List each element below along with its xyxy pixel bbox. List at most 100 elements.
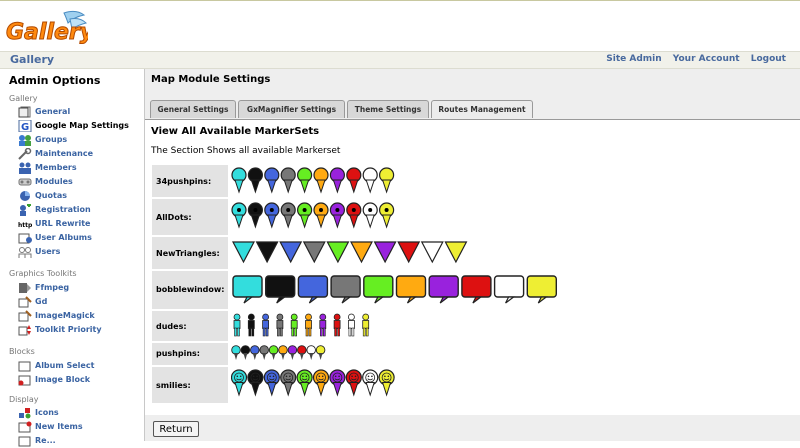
sidebar-item-label: ImageMagick — [35, 311, 95, 320]
markerset-icons-34pushpins[interactable] — [231, 167, 401, 195]
dude-marker-icon — [333, 313, 341, 337]
sidebar-item-label: Maintenance — [35, 149, 94, 158]
markerset-label: 34pushpins: — [156, 177, 212, 186]
folder-icon — [18, 361, 31, 372]
sidebar-item-modules[interactable]: Modules — [18, 175, 143, 189]
smiley-marker-icon — [378, 369, 395, 397]
triangle-marker-icon — [279, 241, 303, 264]
triangle-marker-icon — [444, 241, 468, 264]
sidebar-item-label: Groups — [35, 135, 68, 144]
return-button[interactable]: Return — [153, 421, 199, 437]
sidebar-item-members[interactable]: Members — [18, 161, 143, 175]
sidebar-item-quotas[interactable]: Quotas — [18, 189, 143, 203]
sidebar-item-imagemagick[interactable]: ImageMagick — [18, 309, 143, 323]
sidebar-item-new-items[interactable]: New Items — [18, 420, 143, 434]
bubble-marker-icon — [330, 275, 361, 304]
sidebar-item-general[interactable]: General — [18, 105, 143, 119]
bubble-marker-icon — [493, 275, 525, 304]
smallpin-marker-icon — [278, 345, 288, 360]
members-icon — [19, 162, 31, 174]
smallpin-marker-icon — [259, 345, 269, 360]
group-graphics-toolkits: Graphics Toolkits — [9, 269, 77, 278]
bubble-marker-icon — [461, 275, 492, 304]
pin-marker-icon — [379, 167, 395, 194]
smallpin-marker-icon — [231, 345, 241, 360]
bubble-marker-icon — [363, 275, 394, 304]
tab-routes-management[interactable]: Routes Management — [431, 100, 533, 118]
markerset-label: AllDots: — [156, 213, 192, 222]
markerset-row-34pushpins: 34pushpins: — [152, 165, 228, 197]
dude-marker-icon — [233, 313, 241, 337]
sidebar-item-url-rewrite[interactable]: http URL Rewrite — [18, 217, 143, 231]
group-icon — [19, 135, 31, 146]
sidebar-item-users[interactable]: Users — [18, 245, 143, 259]
album-icon — [18, 233, 32, 244]
markerset-icons-smilies[interactable] — [231, 369, 401, 401]
dot-marker-icon — [280, 202, 296, 229]
gallery-logo[interactable]: Gallery — [4, 9, 88, 49]
group-blocks: Blocks — [9, 347, 35, 356]
sidebar-item-ffmpeg[interactable]: Ffmpeg — [18, 281, 143, 295]
dude-marker-icon — [362, 313, 370, 337]
pin-marker-icon — [346, 167, 362, 194]
sidebar-item-label: Ffmpeg — [35, 283, 70, 292]
tab-theme-settings[interactable]: Theme Settings — [347, 100, 429, 118]
logo-text: Gallery — [6, 20, 88, 45]
breadcrumb-gallery[interactable]: Gallery — [10, 53, 54, 66]
group-gallery: Gallery — [9, 94, 38, 103]
markerset-icons-bobblewindow[interactable] — [231, 274, 561, 306]
dot-marker-icon — [362, 202, 378, 229]
sidebar-item-toolkit-priority[interactable]: Toolkit Priority — [18, 323, 143, 337]
tab-gxmagnifier-settings[interactable]: GxMagnifier Settings — [238, 100, 345, 118]
your-account-link[interactable]: Your Account — [673, 54, 740, 64]
sidebar-item-groups[interactable]: Groups — [18, 133, 143, 147]
markerset-icons-alldots[interactable] — [231, 202, 401, 232]
item-icon — [18, 436, 31, 447]
site-admin-link[interactable]: Site Admin — [606, 54, 661, 64]
tools-icon — [18, 148, 32, 160]
sidebar-item-maintenance[interactable]: Maintenance — [18, 147, 143, 161]
section-description: The Section Shows all available Markerse… — [151, 146, 341, 156]
markerset-label: dudes: — [156, 322, 187, 331]
logout-link[interactable]: Logout — [751, 54, 786, 64]
smallpin-marker-icon — [315, 345, 326, 360]
quota-pie-icon — [20, 191, 30, 201]
sidebar-item-user-albums[interactable]: User Albums — [18, 231, 143, 245]
sidebar-item-label: User Albums — [35, 233, 92, 242]
pin-marker-icon — [247, 167, 263, 194]
sidebar-item-image-block[interactable]: Image Block — [18, 373, 143, 387]
markerset-icons-newtriangles[interactable] — [231, 240, 476, 266]
sidebar-item-registration[interactable]: Registration — [18, 203, 143, 217]
bubble-marker-icon — [265, 275, 296, 304]
sidebar-item-label: Google Map Settings — [35, 121, 129, 130]
shapes-icon — [19, 408, 31, 419]
pin-marker-icon — [280, 167, 296, 194]
markerset-icons-dudes[interactable] — [231, 313, 381, 339]
sidebar-item-cutoff[interactable]: Re... — [18, 434, 143, 448]
dot-marker-icon — [264, 202, 280, 229]
dude-marker-icon — [247, 313, 255, 337]
sidebar-item-google-map-settings[interactable]: G Google Map Settings — [18, 119, 143, 133]
add-user-icon — [20, 204, 31, 216]
sidebar-item-label: New Items — [35, 422, 83, 431]
dude-marker-icon — [348, 313, 355, 337]
users-icon — [18, 247, 32, 258]
sidebar-item-gd[interactable]: Gd — [18, 295, 143, 309]
tab-general-settings[interactable]: General Settings — [150, 100, 236, 118]
sidebar-item-icons[interactable]: Icons — [18, 406, 143, 420]
film-icon — [19, 283, 31, 293]
sidebar-item-album-select[interactable]: Album Select — [18, 359, 143, 373]
pin-marker-icon — [329, 167, 346, 194]
smallpin-marker-icon — [268, 345, 279, 360]
triangle-marker-icon — [232, 241, 255, 264]
markerset-icons-pushpins[interactable] — [231, 345, 341, 363]
triangle-marker-icon — [350, 241, 373, 264]
sidebar-item-label: Album Select — [35, 361, 95, 370]
dot-marker-icon — [296, 202, 313, 229]
dude-marker-icon — [262, 313, 270, 337]
triangle-marker-icon — [255, 241, 279, 264]
triangle-marker-icon — [420, 241, 444, 264]
sidebar-item-label: General — [35, 107, 71, 116]
paint-icon — [18, 296, 32, 308]
http-icon: http — [18, 222, 32, 229]
